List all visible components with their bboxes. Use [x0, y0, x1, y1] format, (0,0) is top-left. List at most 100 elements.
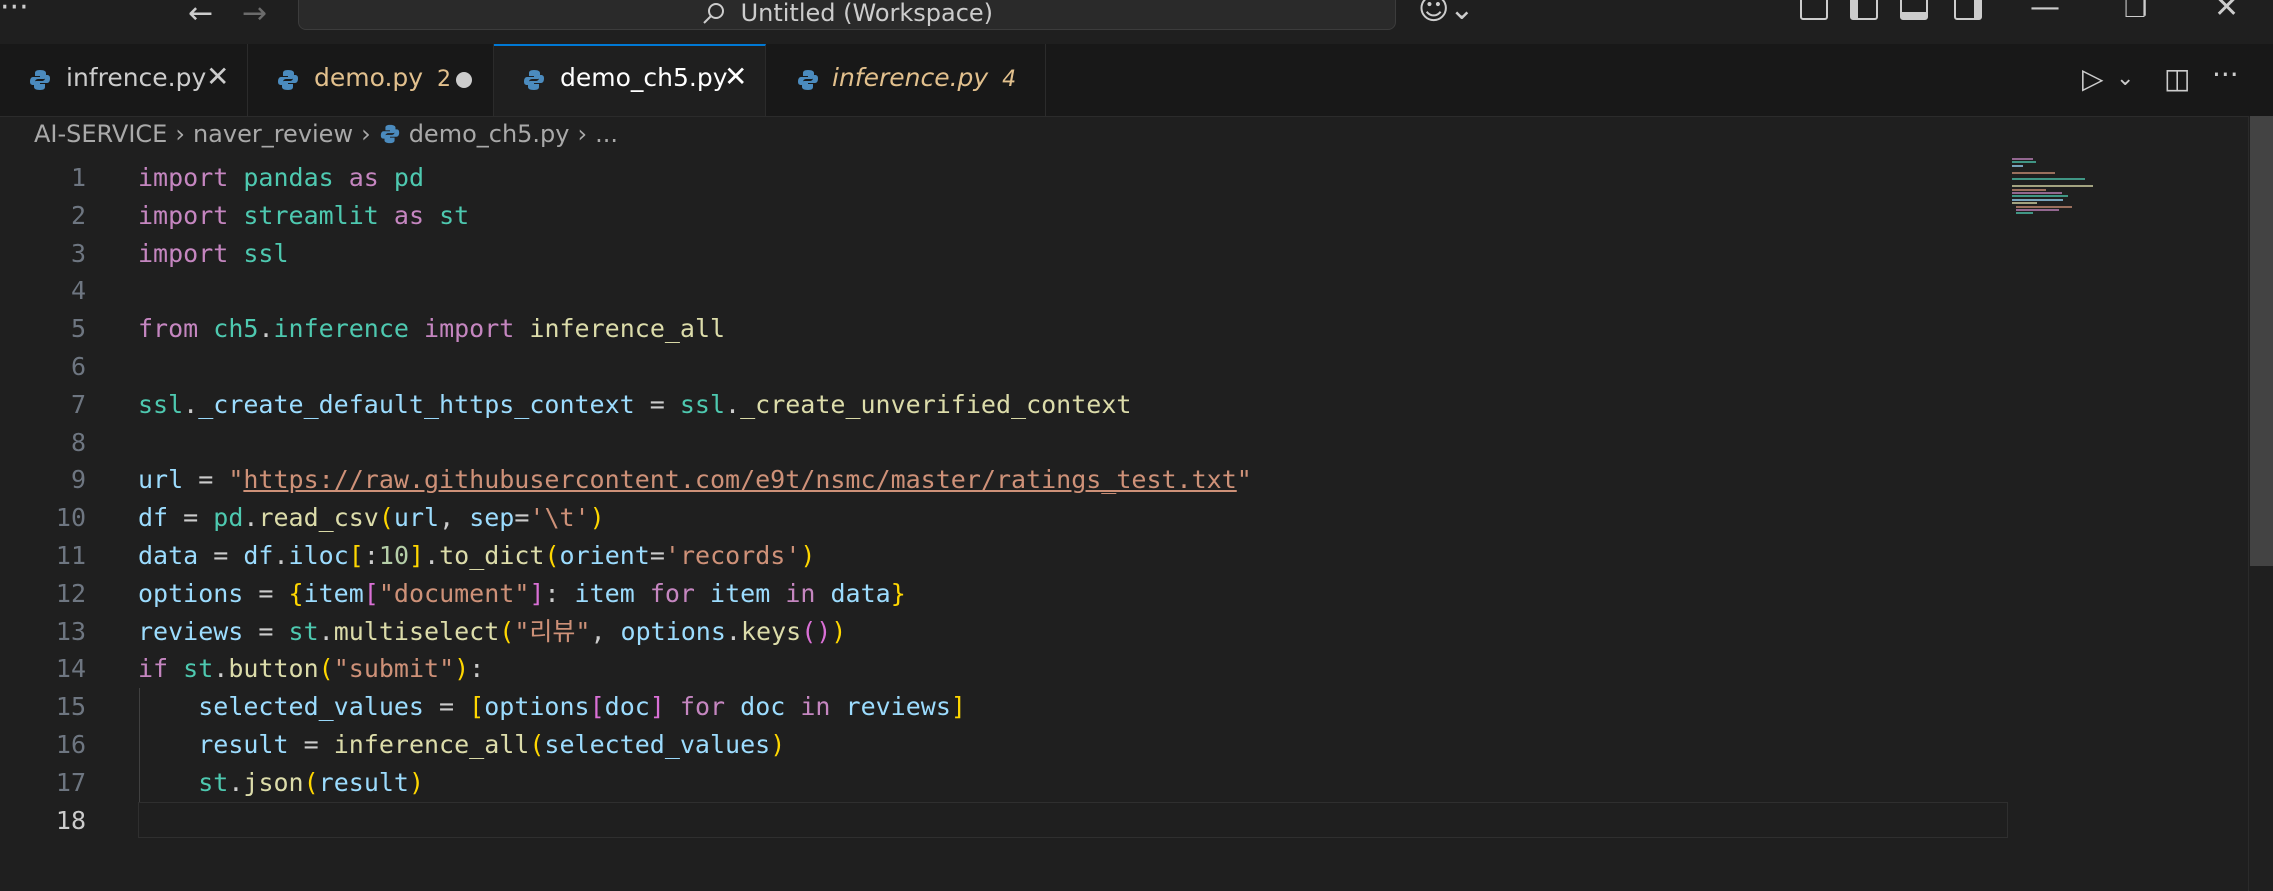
code-line[interactable]: 9 url = "https://raw.githubusercontent.co…: [0, 461, 2250, 499]
tab-infrence-py[interactable]: infrence.py ✕: [0, 44, 248, 116]
tab-demo-py[interactable]: demo.py 2: [248, 44, 494, 116]
code-line[interactable]: 13 reviews = st.multiselect("리뷰", options…: [0, 613, 2250, 651]
close-icon[interactable]: ✕: [724, 60, 747, 93]
line-number: 11: [55, 541, 86, 570]
minimap-line: [2012, 188, 2047, 191]
minimap[interactable]: [2012, 158, 2162, 238]
python-file-icon: [380, 124, 399, 144]
restore-icon[interactable]: ❐: [2124, 0, 2147, 24]
title-bar: ··· ← → Untitled (Workspace) ☺⌄ — ❐ ✕: [0, 0, 2273, 44]
code-line[interactable]: 7 ssl._create_default_https_context = ssl…: [0, 386, 2250, 424]
tab-label: demo.py: [314, 63, 424, 92]
code-line[interactable]: 12 options = {item["document"]: item for …: [0, 575, 2250, 613]
code-line[interactable]: 18: [0, 801, 2250, 840]
minimap-line: [2012, 171, 2055, 174]
breadcrumb-symbols[interactable]: ...: [595, 120, 618, 148]
code-text[interactable]: reviews = st.multiselect("리뷰", options.k…: [138, 613, 846, 651]
line-number: 5: [70, 314, 86, 344]
close-icon[interactable]: ✕: [206, 60, 229, 93]
tab-demo-ch5-py[interactable]: demo_ch5.py ✕: [494, 44, 766, 116]
tab-inference-py[interactable]: inference.py 4: [766, 44, 1046, 116]
tab-label: inference.py: [832, 63, 989, 92]
copilot-icon[interactable]: ☺⌄: [1418, 0, 1474, 27]
code-line[interactable]: 15 selected_values = [options[doc] for d…: [0, 688, 2250, 726]
code-text[interactable]: st.json(result): [138, 764, 424, 802]
run-dropdown-icon[interactable]: ⌄: [2116, 66, 2134, 91]
code-line[interactable]: 14 if st.button("submit"):: [0, 650, 2250, 688]
code-text[interactable]: import streamlit as st: [138, 197, 469, 235]
code-line[interactable]: 5 from ch5.inference import inference_all: [0, 310, 2250, 348]
code-line[interactable]: 1 import pandas as pd: [0, 159, 2250, 197]
minimap-line: [2012, 195, 2069, 198]
breadcrumb: AI-SERVICE › naver_review › demo_ch5.py ›...: [34, 120, 618, 156]
minimap-line: [2016, 205, 2073, 208]
toggle-primary-sidebar-icon[interactable]: [1850, 0, 1878, 20]
minimap-line: [2012, 202, 2038, 205]
python-file-icon: [30, 70, 50, 90]
code-text[interactable]: import ssl: [138, 235, 289, 273]
code-line[interactable]: 2 import streamlit as st: [0, 197, 2250, 235]
forward-arrow-icon[interactable]: →: [242, 0, 267, 31]
tab-label: demo_ch5.py: [560, 63, 728, 92]
line-number: 12: [55, 578, 86, 608]
python-file-icon: [798, 70, 818, 90]
breadcrumb-root[interactable]: AI-SERVICE: [34, 120, 167, 148]
code-text[interactable]: result = inference_all(selected_values): [138, 726, 785, 764]
command-center[interactable]: Untitled (Workspace): [298, 0, 1396, 30]
code-editor[interactable]: 1 import pandas as pd 2 import streamlit as…: [0, 159, 2250, 891]
code-line[interactable]: 6: [0, 348, 2250, 386]
run-icon[interactable]: ▷: [2082, 62, 2104, 95]
minimize-icon[interactable]: —: [2030, 0, 2060, 25]
current-line-highlight: [138, 801, 2008, 838]
more-menu-icon[interactable]: ···: [0, 0, 29, 25]
search-icon: [703, 3, 724, 24]
chevron-right-icon: ›: [577, 120, 588, 148]
code-text[interactable]: url = "https://raw.githubusercontent.com…: [138, 461, 1252, 499]
code-text[interactable]: from ch5.inference import inference_all: [138, 310, 725, 348]
code-text[interactable]: import pandas as pd: [138, 159, 424, 197]
problem-count-badge: 4: [1002, 67, 1017, 92]
workspace-title: Untitled (Workspace): [740, 0, 994, 27]
code-text[interactable]: ssl._create_default_https_context = ssl.…: [138, 386, 1131, 424]
code-text[interactable]: if st.button("submit"):: [138, 650, 484, 688]
line-number: 4: [70, 276, 86, 306]
code-line[interactable]: 11 data = df.iloc[:10].to_dict(orient='re…: [0, 537, 2250, 575]
line-number: 3: [70, 238, 86, 268]
python-file-icon: [524, 70, 544, 90]
minimap-line: [2012, 164, 2023, 167]
code-text[interactable]: data = df.iloc[:10].to_dict(orient='reco…: [138, 537, 815, 575]
code-line[interactable]: 16 result = inference_all(selected_value…: [0, 726, 2250, 764]
minimap-line: [2012, 161, 2037, 164]
chevron-right-icon: ›: [361, 120, 371, 148]
tab-bar: infrence.py ✕ demo.py 2 demo_ch5.py ✕ in…: [0, 44, 2273, 117]
line-number: 7: [70, 389, 86, 419]
line-number: 18: [55, 805, 86, 835]
code-text[interactable]: df = pd.read_csv(url, sep='\t'): [138, 499, 605, 537]
split-editor-icon[interactable]: ◫: [2164, 62, 2190, 95]
close-window-icon[interactable]: ✕: [2214, 0, 2239, 25]
code-line[interactable]: 10 df = pd.read_csv(url, sep='\t'): [0, 499, 2250, 537]
code-line[interactable]: 3 import ssl: [0, 235, 2250, 273]
breadcrumb-file[interactable]: demo_ch5.py: [409, 120, 570, 148]
line-number: 17: [55, 767, 86, 797]
toggle-secondary-sidebar-icon[interactable]: [1954, 0, 1982, 20]
indent-guide: [139, 688, 140, 802]
line-number: 8: [70, 427, 86, 457]
code-line[interactable]: 4: [0, 272, 2250, 310]
python-file-icon: [278, 70, 298, 90]
unsaved-dot-icon[interactable]: [456, 72, 472, 88]
minimap-line: [2012, 198, 2063, 201]
customize-layout-icon[interactable]: [1800, 0, 1828, 20]
minimap-line: [2016, 212, 2033, 215]
breadcrumb-folder[interactable]: naver_review: [193, 120, 353, 148]
code-line[interactable]: 17 st.json(result): [0, 764, 2250, 802]
chevron-right-icon: ›: [175, 120, 185, 148]
scrollbar-thumb[interactable]: [2250, 116, 2273, 566]
code-text[interactable]: selected_values = [options[doc] for doc …: [138, 688, 966, 726]
back-arrow-icon[interactable]: ←: [188, 0, 213, 31]
more-actions-icon[interactable]: ···: [2212, 58, 2239, 91]
minimap-line: [2012, 185, 2094, 188]
code-line[interactable]: 8: [0, 424, 2250, 462]
code-text[interactable]: options = {item["document"]: item for it…: [138, 575, 906, 613]
toggle-panel-icon[interactable]: [1900, 0, 1928, 20]
